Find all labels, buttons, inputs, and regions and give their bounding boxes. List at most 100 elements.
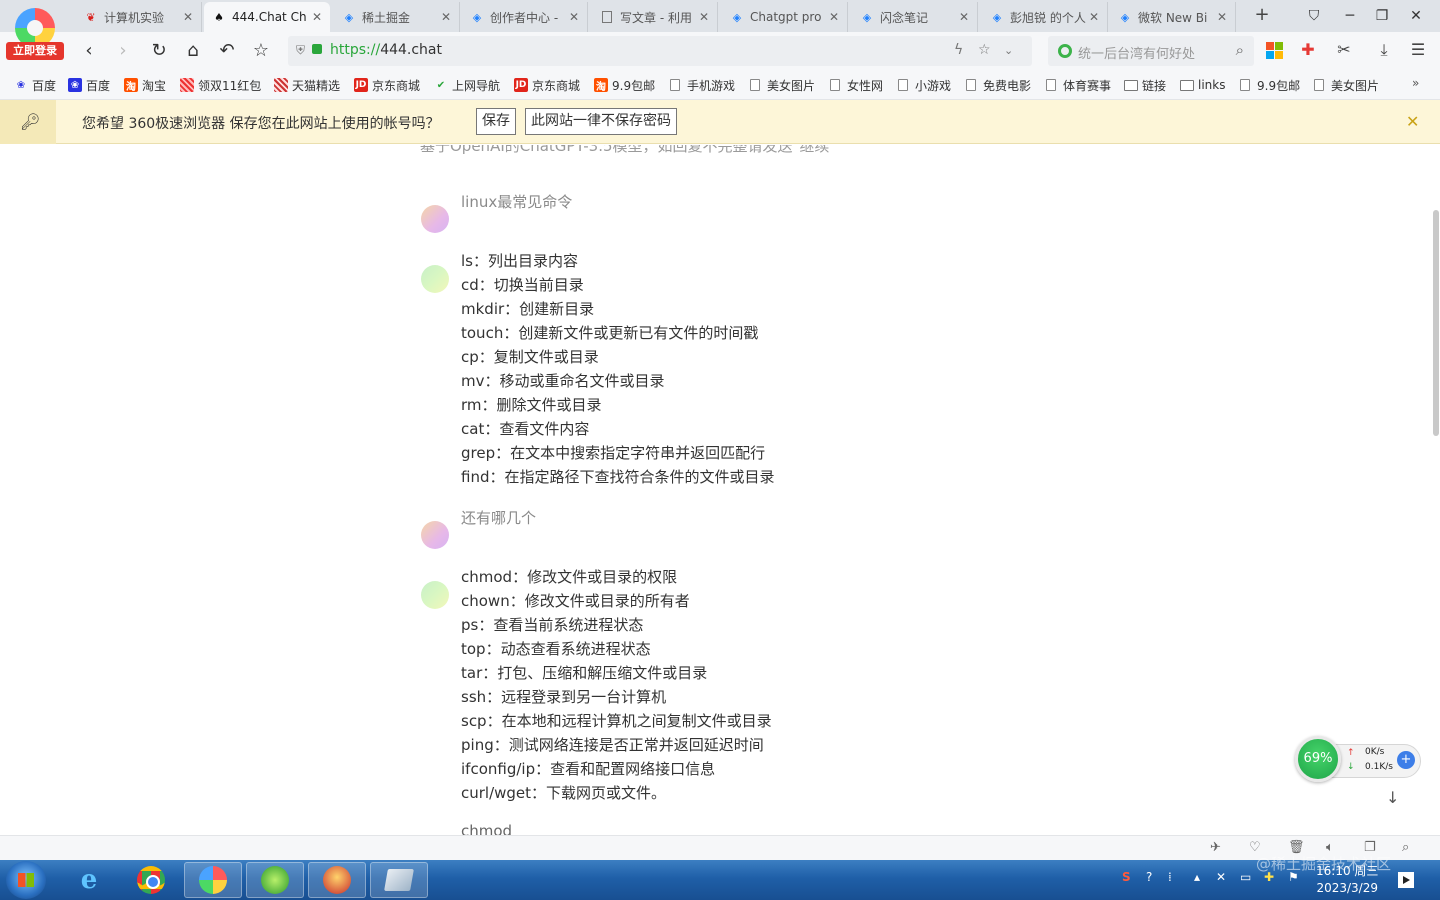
close-icon[interactable]: ✕: [827, 10, 841, 24]
login-badge[interactable]: 立即登录: [6, 42, 64, 60]
tray-expand-icon[interactable]: ▴: [1194, 870, 1200, 884]
apps-grid-icon[interactable]: [1263, 39, 1285, 61]
tool-app[interactable]: [370, 862, 428, 898]
juejin-icon: ◈: [732, 10, 742, 24]
bookmark-item[interactable]: 领双11红包: [180, 77, 261, 93]
gamepad-icon[interactable]: ✚: [1297, 39, 1319, 61]
close-icon[interactable]: ✕: [1215, 10, 1229, 24]
browser-360-logo[interactable]: 立即登录: [6, 4, 64, 62]
page-icon: [750, 79, 760, 91]
network-icon[interactable]: ▭: [1240, 870, 1251, 884]
page-icon: [602, 11, 612, 23]
juejin-icon: ◈: [472, 10, 482, 24]
tab-computer-lab[interactable]: ❦ 计算机实验 ✕: [76, 2, 202, 32]
bookmark-item[interactable]: 天猫精选: [274, 77, 340, 93]
close-icon[interactable]: ✕: [957, 10, 971, 24]
key-icon: 🔑︎: [20, 112, 41, 131]
page-scrollbar[interactable]: [1433, 210, 1439, 436]
save-password-button[interactable]: 保存: [476, 108, 516, 135]
chrome-app[interactable]: [122, 862, 180, 898]
bookmarks-more-button[interactable]: »: [1412, 76, 1419, 90]
bookmark-item[interactable]: JD 京东商城: [354, 77, 420, 93]
address-url[interactable]: https://444.chat: [330, 42, 442, 58]
home-button[interactable]: ⌂: [180, 38, 206, 64]
tab-creator-center[interactable]: ◈ 创作者中心 - ✕: [462, 2, 588, 32]
never-save-password-button[interactable]: 此网站一律不保存密码: [525, 108, 677, 135]
close-icon[interactable]: ✕: [697, 10, 711, 24]
start-button[interactable]: [6, 861, 46, 899]
shirt-skin-icon[interactable]: ⛉: [1300, 4, 1328, 28]
browser-360-app[interactable]: [184, 862, 242, 898]
download-icon[interactable]: ⤓: [1373, 39, 1395, 61]
bookmark-item[interactable]: 免费电影: [966, 77, 1031, 93]
tab-chatgpt-pro[interactable]: ◈ Chatgpt pro ✕: [722, 2, 848, 32]
reload-button[interactable]: ↻: [146, 38, 172, 64]
ime-options-icon[interactable]: ⁞: [1168, 870, 1172, 884]
message-line: rm：删除文件或目录: [461, 396, 602, 414]
bookmark-item[interactable]: JD 京东商城: [514, 77, 580, 93]
tab-peng-profile[interactable]: ◈ 彭旭锐 的个人 ✕: [982, 2, 1108, 32]
close-icon[interactable]: ✕: [1406, 112, 1419, 131]
undo-close-button[interactable]: ↶: [214, 38, 240, 64]
search-engine-icon: [1058, 44, 1072, 58]
bookmark-item[interactable]: 链接: [1124, 77, 1166, 93]
minimize-button[interactable]: ─: [1336, 4, 1364, 28]
arrow-down-icon[interactable]: ↓: [1386, 788, 1399, 807]
lightning-icon[interactable]: ϟ: [954, 42, 963, 58]
ie-app[interactable]: e: [60, 862, 118, 898]
tab-microsoft-bing[interactable]: ◈ 微软 New Bi ✕: [1110, 2, 1236, 32]
bookmark-item[interactable]: 9.9包邮: [1240, 77, 1300, 93]
close-icon[interactable]: ✕: [181, 10, 195, 24]
bookmark-item[interactable]: 美女图片: [1314, 77, 1379, 93]
restore-button[interactable]: ❐: [1368, 4, 1396, 28]
bookmark-item[interactable]: 女性网: [830, 77, 883, 93]
help-icon[interactable]: ?: [1146, 870, 1152, 884]
green-app[interactable]: [246, 862, 304, 898]
shield-icon[interactable]: ⛨: [296, 43, 310, 59]
rocket-icon[interactable]: ✈: [1210, 840, 1221, 855]
bookmark-item[interactable]: 体育赛事: [1046, 77, 1111, 93]
forward-button[interactable]: ›: [110, 38, 136, 64]
bookmark-item[interactable]: 淘淘宝: [124, 77, 166, 93]
search-box[interactable]: 统一后台湾有何好处 ⌕: [1048, 36, 1254, 66]
bookmark-item[interactable]: links: [1180, 77, 1225, 93]
close-icon[interactable]: ✕: [1087, 10, 1101, 24]
tab-write-article[interactable]: 写文章 - 利用 ✕: [592, 2, 718, 32]
favorite-icon[interactable]: ☆: [978, 42, 991, 58]
openai-icon: ♠: [214, 10, 224, 24]
bookmark-item[interactable]: ❀ 百度: [68, 77, 110, 93]
tab-444-chat[interactable]: ♠ 444.Chat Ch ✕: [204, 2, 330, 32]
zoom-icon[interactable]: ⌕: [1402, 840, 1409, 855]
tab-label: 444.Chat Ch: [232, 10, 307, 24]
bookmark-star-button[interactable]: ☆: [248, 38, 274, 64]
jd-icon: JD: [514, 78, 528, 92]
mute-icon[interactable]: ✕: [1216, 870, 1226, 884]
bookmark-item[interactable]: 淘 9.9包邮: [594, 77, 655, 93]
search-input[interactable]: 统一后台湾有何好处: [1078, 43, 1195, 62]
bookmark-item[interactable]: 美女图片: [750, 77, 815, 93]
tab-juejin[interactable]: ◈ 稀土掘金 ✕: [334, 2, 460, 32]
sogou-ime-icon[interactable]: S: [1122, 870, 1131, 884]
user-message: 还有哪几个: [461, 509, 537, 527]
character-app[interactable]: [308, 862, 366, 898]
assistant-avatar: [421, 265, 449, 293]
close-icon[interactable]: ✕: [310, 10, 324, 24]
new-tab-button[interactable]: +: [1252, 4, 1272, 28]
search-icon[interactable]: ⌕: [1236, 41, 1244, 59]
bookmark-item[interactable]: ✔ 上网导航: [434, 77, 500, 93]
scissors-icon[interactable]: ✂: [1333, 39, 1355, 61]
menu-icon[interactable]: ☰: [1407, 39, 1429, 61]
media-play-icon[interactable]: [1398, 872, 1414, 888]
back-button[interactable]: ‹: [76, 38, 102, 64]
close-window-button[interactable]: ✕: [1402, 4, 1430, 28]
tab-flash-notes[interactable]: ◈ 闪念笔记 ✕: [852, 2, 978, 32]
address-bar[interactable]: ⛨ https://444.chat ϟ ☆ ⌄: [288, 36, 1032, 66]
network-speed-widget[interactable]: 69% ↑ ↓ 0K/s 0.1K/s +: [1295, 736, 1423, 782]
close-icon[interactable]: ✕: [567, 10, 581, 24]
bookmark-item[interactable]: 手机游戏: [670, 77, 735, 93]
chevron-down-icon[interactable]: ⌄: [1004, 44, 1013, 57]
plus-icon[interactable]: +: [1397, 751, 1415, 769]
bookmark-item[interactable]: ❀ 百度: [14, 77, 56, 93]
close-icon[interactable]: ✕: [439, 10, 453, 24]
bookmark-item[interactable]: 小游戏: [898, 77, 951, 93]
